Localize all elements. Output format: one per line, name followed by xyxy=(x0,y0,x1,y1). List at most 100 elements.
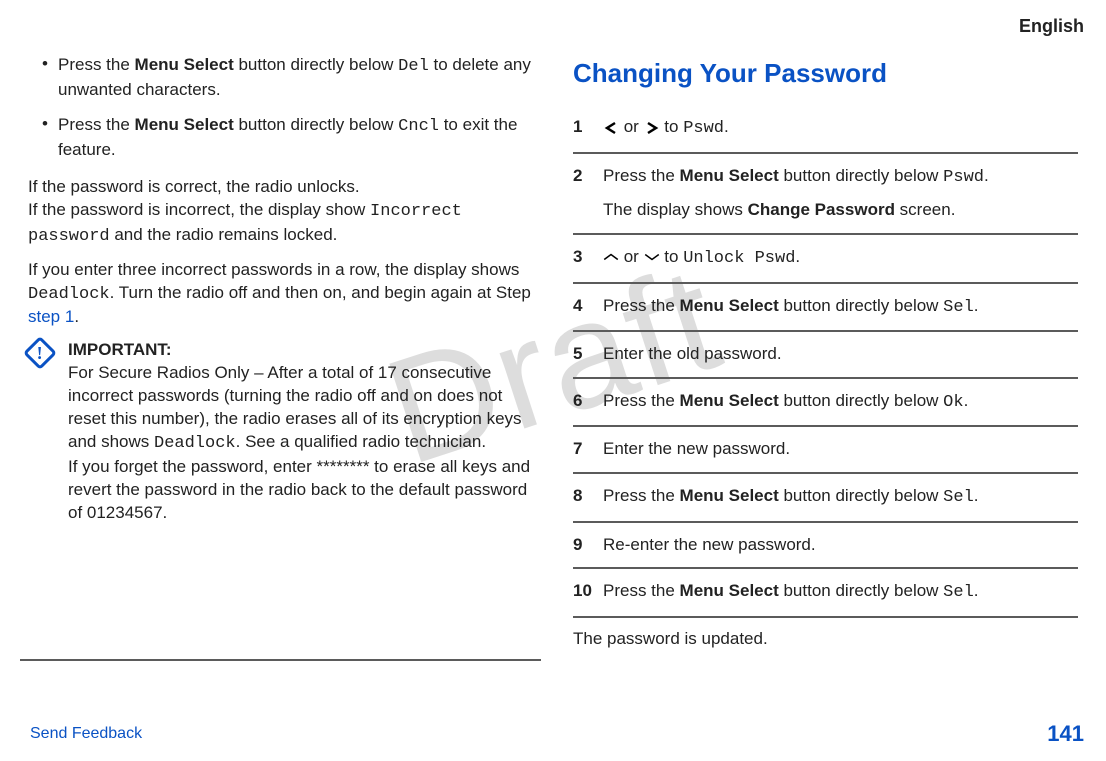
step-number: 9 xyxy=(573,533,603,558)
text: If the password is incorrect, the displa… xyxy=(28,200,370,219)
step-row: 4 Press the Menu Select button directly … xyxy=(573,284,1078,333)
bold-text: Change Password xyxy=(748,200,895,219)
step-body: or to Unlock Pswd. xyxy=(603,245,800,272)
text: button directly below xyxy=(234,55,398,74)
step-row: 5 Enter the old password. xyxy=(573,332,1078,379)
text: Press the xyxy=(603,486,680,505)
step-body: Press the Menu Select button directly be… xyxy=(603,164,989,223)
text: . xyxy=(984,166,989,185)
text: Press the xyxy=(58,55,135,74)
bullet-text: Press the Menu Select button directly be… xyxy=(58,54,533,102)
text: Press the xyxy=(58,115,135,134)
softkey-cncl: Cncl xyxy=(398,117,439,136)
text: . xyxy=(974,581,979,600)
bullet-dot-icon: • xyxy=(42,114,58,162)
text: . xyxy=(974,296,979,315)
mono-text: Ok xyxy=(943,393,963,412)
text: button directly below xyxy=(779,581,943,600)
text: or xyxy=(619,117,644,136)
important-note: ! IMPORTANT: For Secure Radios Only – Af… xyxy=(28,339,533,525)
text: button directly below xyxy=(779,391,943,410)
mono-text: Pswd xyxy=(943,168,984,187)
step-number: 6 xyxy=(573,389,603,416)
text: . xyxy=(795,247,800,266)
text: Press the xyxy=(603,581,680,600)
text: Press the xyxy=(603,296,680,315)
step-body: Re-enter the new password. xyxy=(603,533,816,558)
step-number: 5 xyxy=(573,342,603,367)
important-icon: ! xyxy=(28,339,58,525)
mono-text: Pswd xyxy=(683,119,724,138)
left-arrow-icon xyxy=(603,117,619,136)
step-body: Press the Menu Select button directly be… xyxy=(603,484,979,511)
send-feedback-link[interactable]: Send Feedback xyxy=(30,725,142,743)
paragraph: If you enter three incorrect passwords i… xyxy=(28,259,533,330)
bullet-list: • Press the Menu Select button directly … xyxy=(28,54,533,162)
step-link[interactable]: step 1 xyxy=(28,307,74,326)
page-content: • Press the Menu Select button directly … xyxy=(0,0,1106,661)
bullet-dot-icon: • xyxy=(42,54,58,102)
step-number: 4 xyxy=(573,294,603,321)
bullet-item: • Press the Menu Select button directly … xyxy=(42,114,533,162)
step-row: 7 Enter the new password. xyxy=(573,427,1078,474)
mono-text: Sel xyxy=(943,583,974,602)
step-number: 10 xyxy=(573,579,603,606)
text: screen. xyxy=(895,200,955,219)
text: button directly below xyxy=(779,296,943,315)
step-body: Press the Menu Select button directly be… xyxy=(603,294,979,321)
text: button directly below xyxy=(234,115,398,134)
text: . xyxy=(74,307,79,326)
text: button directly below xyxy=(779,486,943,505)
important-title: IMPORTANT: xyxy=(68,339,533,362)
menu-select-bold: Menu Select xyxy=(135,115,234,134)
step-number: 7 xyxy=(573,437,603,462)
text: If you enter three incorrect passwords i… xyxy=(28,260,519,279)
up-chevron-icon xyxy=(603,247,619,266)
step-body: Enter the old password. xyxy=(603,342,782,367)
bullet-text: Press the Menu Select button directly be… xyxy=(58,114,533,162)
step-body: or to Pswd. xyxy=(603,115,729,142)
text: to xyxy=(660,117,684,136)
text: . See a qualified radio technician. xyxy=(236,432,486,451)
step-number: 3 xyxy=(573,245,603,272)
text: . Turn the radio off and then on, and be… xyxy=(110,283,531,302)
step-row: 10 Press the Menu Select button directly… xyxy=(573,569,1078,618)
right-arrow-icon xyxy=(644,117,660,136)
page-number: 141 xyxy=(1047,721,1084,747)
menu-select-bold: Menu Select xyxy=(680,296,779,315)
softkey-del: Del xyxy=(398,57,429,76)
bullet-item: • Press the Menu Select button directly … xyxy=(42,54,533,102)
step-row: 2 Press the Menu Select button directly … xyxy=(573,154,1078,235)
text: The display shows xyxy=(603,200,748,219)
down-chevron-icon xyxy=(644,247,660,266)
step-body: Enter the new password. xyxy=(603,437,790,462)
mono-text: Unlock Pswd xyxy=(683,249,795,268)
step-row: 3 or to Unlock Pswd. xyxy=(573,235,1078,284)
text: and the radio remains locked. xyxy=(110,225,338,244)
text: . xyxy=(974,486,979,505)
important-text: For Secure Radios Only – After a total o… xyxy=(68,362,533,456)
mono-text: Deadlock xyxy=(154,434,236,453)
text: to xyxy=(660,247,684,266)
menu-select-bold: Menu Select xyxy=(680,391,779,410)
right-column: Changing Your Password 1 or to Pswd. 2 P… xyxy=(565,48,1086,661)
text: or xyxy=(619,247,644,266)
menu-select-bold: Menu Select xyxy=(680,166,779,185)
page-footer: Send Feedback 141 xyxy=(30,721,1084,747)
step-body: Press the Menu Select button directly be… xyxy=(603,579,979,606)
step-body: Press the Menu Select button directly be… xyxy=(603,389,968,416)
text: Press the xyxy=(603,391,680,410)
step-row: 9 Re-enter the new password. xyxy=(573,523,1078,570)
text: . xyxy=(724,117,729,136)
step-number: 1 xyxy=(573,115,603,142)
step-row: 1 or to Pswd. xyxy=(573,105,1078,154)
section-heading: Changing Your Password xyxy=(573,58,1078,89)
important-text-2: If you forget the password, enter ******… xyxy=(68,456,533,525)
text: If the password is correct, the radio un… xyxy=(28,177,360,196)
text: Press the xyxy=(603,166,680,185)
step-row: 8 Press the Menu Select button directly … xyxy=(573,474,1078,523)
menu-select-bold: Menu Select xyxy=(680,581,779,600)
paragraph: If the password is correct, the radio un… xyxy=(28,176,533,249)
text: button directly below xyxy=(779,166,943,185)
left-column: • Press the Menu Select button directly … xyxy=(20,48,541,661)
